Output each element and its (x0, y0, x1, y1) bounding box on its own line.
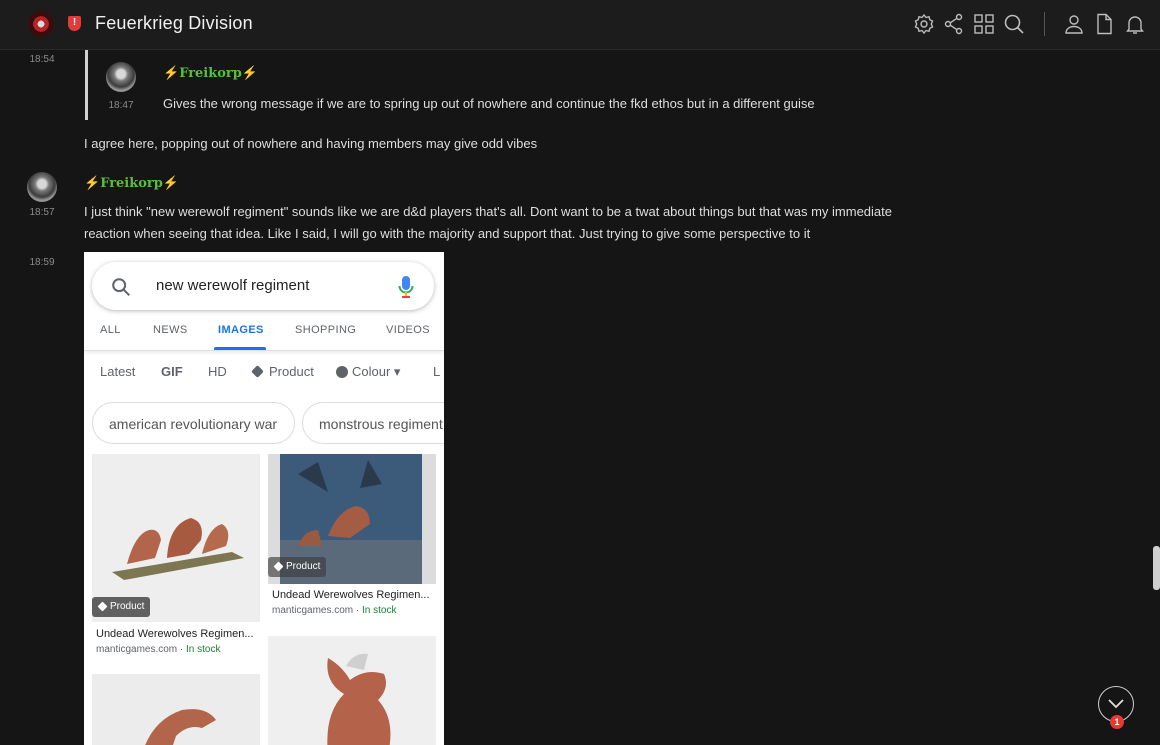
settings-icon[interactable] (912, 12, 936, 36)
tab-videos: VIDEOS (386, 324, 430, 336)
product-badge: Product (268, 557, 327, 577)
server-logo[interactable] (28, 11, 54, 37)
result-title: Undead Werewolves Regimen... (96, 628, 254, 640)
timestamp: 18:54 (29, 54, 55, 65)
tab-all: ALL (100, 324, 121, 336)
active-tab-underline (214, 347, 266, 350)
tag-icon (251, 365, 264, 378)
bolt-emoji: ⚡ (84, 176, 101, 191)
timestamp: 18:59 (29, 257, 55, 268)
search-icon[interactable] (1002, 12, 1026, 36)
microphone-icon (398, 276, 414, 298)
filter-latest: Latest (100, 364, 136, 379)
username[interactable]: ⚡Freikorp⚡ (84, 176, 179, 191)
werewolf-miniature-image (268, 636, 436, 745)
tab-images: IMAGES (218, 324, 264, 336)
shield-alert-icon: ! (68, 16, 81, 31)
grid-icon[interactable] (972, 12, 996, 36)
result-image (92, 674, 260, 745)
result-site: manticgames.com · In stock (272, 605, 397, 616)
timestamp: 18:57 (29, 207, 55, 218)
bolt-emoji: ⚡ (162, 176, 180, 191)
filter-product: Product (251, 364, 314, 379)
message-text: reaction when seeing that idea. Like I s… (84, 226, 811, 241)
related-chip: american revolutionary war (92, 402, 295, 444)
top-bar: ! Feuerkrieg Division (0, 0, 1160, 50)
tab-news: NEWS (153, 324, 188, 336)
bell-icon[interactable] (1123, 12, 1147, 36)
google-tabs: ALL NEWS IMAGES SHOPPING VIDEOS (84, 316, 444, 351)
bolt-emoji: ⚡ (163, 66, 180, 81)
tab-shopping: SHOPPING (295, 324, 357, 336)
result-image (268, 636, 436, 745)
image-attachment[interactable]: new werewolf regiment ALL NEWS IMAGES SH… (84, 252, 444, 745)
result-title: Undead Werewolves Regimen... (272, 589, 430, 601)
palette-icon (336, 366, 348, 378)
bolt-emoji: ⚡ (241, 66, 259, 81)
filter-colour: Colour ▾ (336, 364, 400, 380)
document-icon[interactable] (1092, 12, 1116, 36)
unread-count-badge: 1 (1110, 715, 1124, 729)
google-search-box: new werewolf regiment (92, 262, 434, 310)
avatar[interactable] (27, 172, 57, 202)
timestamp: 18:47 (108, 100, 134, 111)
werewolf-miniature-image (92, 674, 260, 745)
message-text: I just think "new werewolf regiment" sou… (84, 204, 892, 219)
product-badge: Product (92, 597, 151, 617)
related-chip: monstrous regiment (302, 402, 444, 444)
filter-hd: HD (208, 364, 227, 379)
result-image: Product (268, 454, 436, 584)
scrollbar-thumb[interactable] (1153, 546, 1160, 590)
search-icon (112, 278, 130, 296)
message-text: Gives the wrong message if we are to spr… (163, 96, 815, 111)
message-text: I agree here, popping out of nowhere and… (84, 136, 538, 151)
search-query: new werewolf regiment (156, 277, 310, 294)
username[interactable]: ⚡Freikorp⚡ (163, 66, 258, 81)
channel-title: Feuerkrieg Division (95, 13, 253, 33)
filter-gif: GIF (161, 364, 183, 379)
quote-bar (85, 50, 88, 120)
chevron-down-icon (1108, 699, 1124, 709)
result-image: Product (92, 454, 260, 622)
filter-more: L (433, 364, 441, 379)
share-icon[interactable] (942, 12, 966, 36)
toolbar-divider (1044, 12, 1045, 36)
result-site: manticgames.com · In stock (96, 644, 221, 655)
user-icon[interactable] (1062, 12, 1086, 36)
avatar[interactable] (106, 62, 136, 92)
